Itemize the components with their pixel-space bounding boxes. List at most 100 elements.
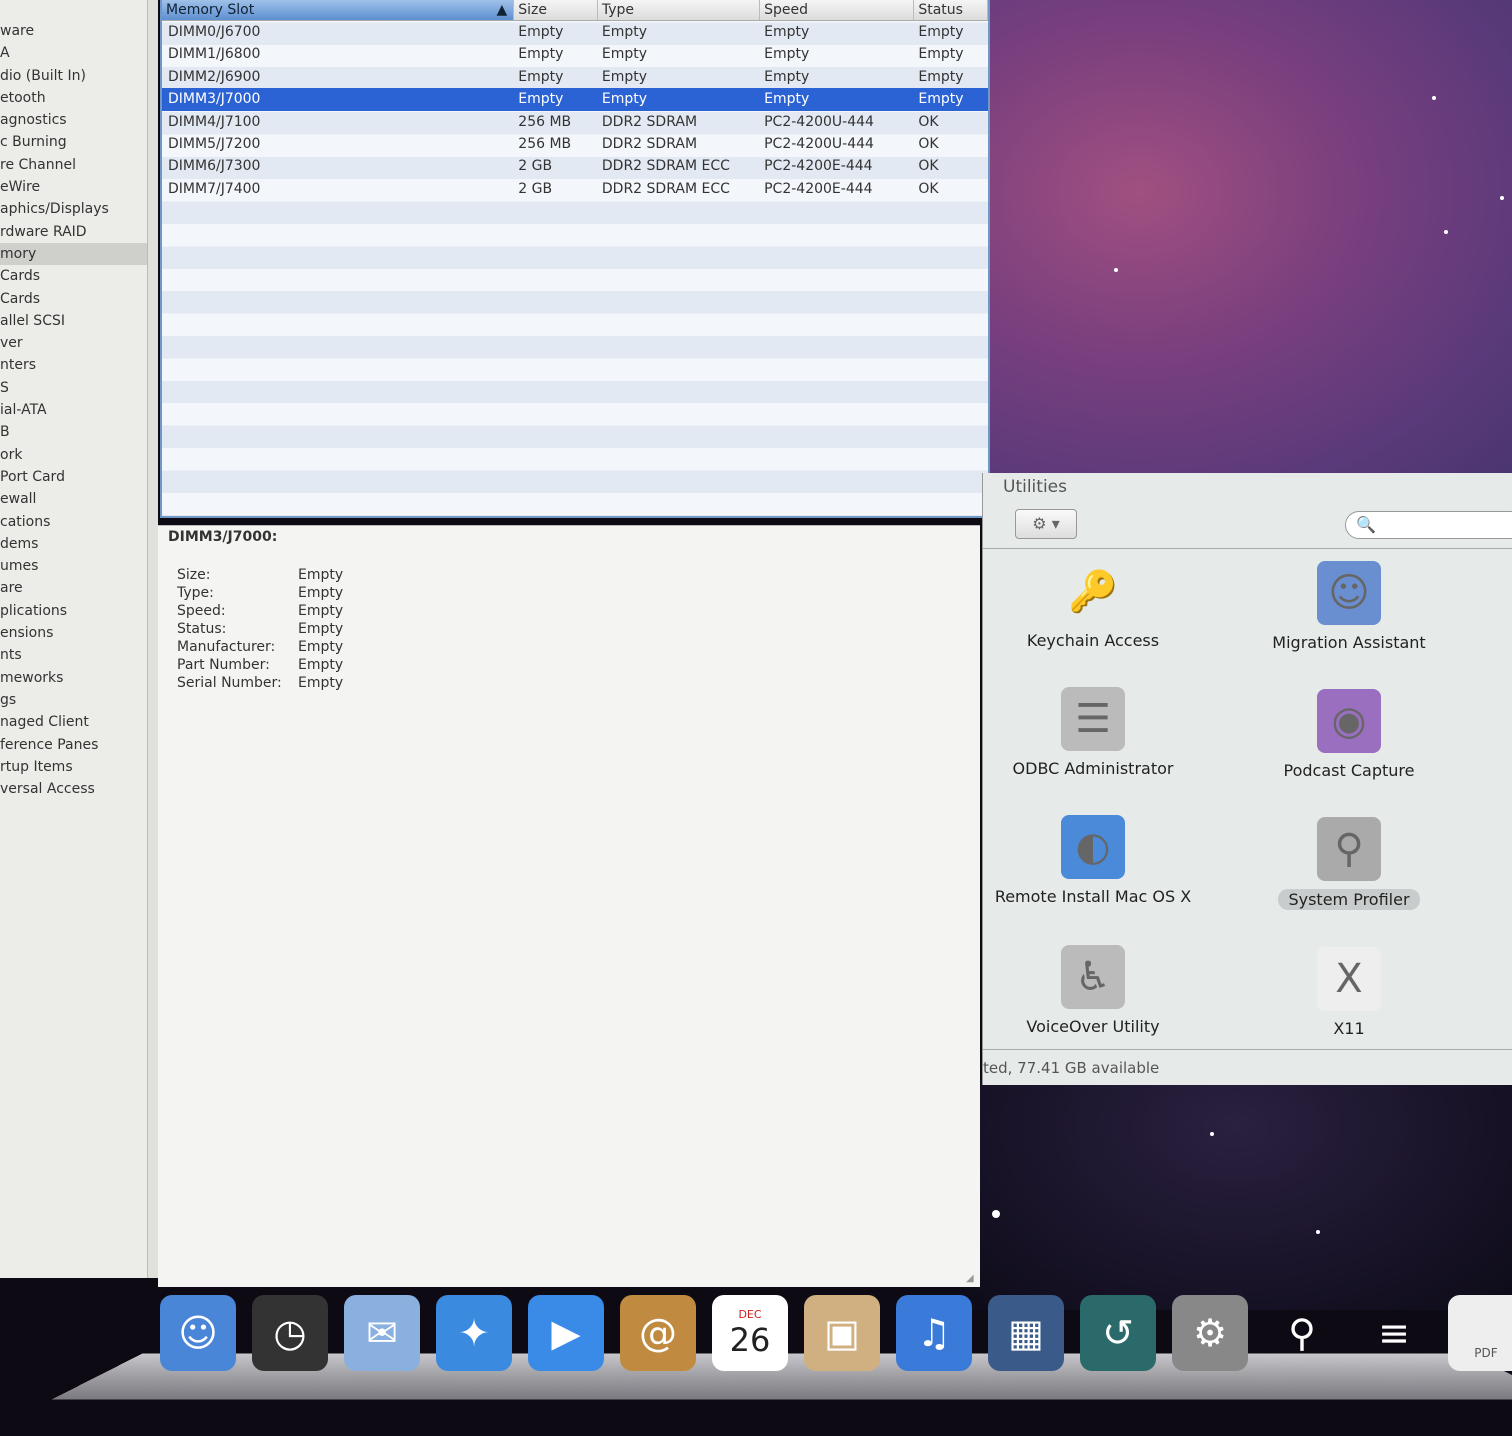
memory-table[interactable]: Memory Slot ▲ Size Type Speed Status DIMM… xyxy=(160,0,990,518)
sidebar-item[interactable]: Port Card xyxy=(0,466,147,488)
app-voiceover-utility[interactable]: ♿ VoiceOver Utility xyxy=(973,945,1213,1036)
stacks-icon: ≡ xyxy=(1378,1311,1410,1355)
sidebar-item[interactable]: S xyxy=(0,377,147,399)
app-remote-install-mac-os-x[interactable]: ◐ Remote Install Mac OS X xyxy=(973,815,1213,906)
table-row[interactable]: DIMM6/J7300 2 GB DDR2 SDRAM ECC PC2-4200E-4… xyxy=(162,155,988,177)
table-cell: DDR2 SDRAM xyxy=(601,113,698,130)
sidebar-item[interactable]: re Channel xyxy=(0,154,147,176)
sidebar-item[interactable]: Cards xyxy=(0,265,147,287)
sidebar-item[interactable]: versal Access xyxy=(0,778,147,800)
sidebar-item[interactable]: gs xyxy=(0,689,147,711)
sidebar-item[interactable]: agnostics xyxy=(0,109,147,131)
sidebar-item[interactable] xyxy=(0,0,147,20)
dock-item-stacks[interactable]: ≡ xyxy=(1356,1295,1432,1371)
dock-item-system-preferences[interactable]: ⚙ xyxy=(1172,1295,1248,1371)
table-row[interactable]: DIMM4/J7100 256 MB DDR2 SDRAM PC2-4200U-444… xyxy=(162,111,988,133)
search-icon: 🔍 xyxy=(1356,515,1376,534)
content-sidebar[interactable]: ware Adio (Built In) etooth agnostics c Burn… xyxy=(0,0,148,1278)
table-cell: DDR2 SDRAM ECC xyxy=(601,180,730,197)
detail-field: Serial Number: Empty xyxy=(158,674,980,692)
table-cell: Empty xyxy=(764,91,810,108)
podcast-capture-icon: ◉ xyxy=(1317,689,1381,753)
dock-item-finder[interactable]: ☺ xyxy=(160,1295,236,1371)
sidebar-item[interactable]: allel SCSI xyxy=(0,310,147,332)
pane-splitter[interactable] xyxy=(148,0,158,1278)
dock-item-ical[interactable]: DEC 26 xyxy=(712,1295,788,1371)
table-row[interactable]: DIMM5/J7200 256 MB DDR2 SDRAM PC2-4200U-444… xyxy=(162,133,988,155)
table-row[interactable]: DIMM2/J6900 Empty Empty Empty Empty xyxy=(162,66,988,88)
sidebar-item[interactable]: ial-ATA xyxy=(0,399,147,421)
app-system-profiler[interactable]: ⚲ System Profiler xyxy=(1229,817,1469,910)
dock-item-mail[interactable]: ✉ xyxy=(344,1295,420,1371)
sidebar-item[interactable]: cations xyxy=(0,511,147,533)
sidebar-item[interactable]: dio (Built In) xyxy=(0,65,147,87)
app-keychain-access[interactable]: 🔑 Keychain Access xyxy=(973,559,1213,651)
ichat-icon: ▶ xyxy=(551,1311,581,1355)
sidebar-item[interactable]: Cards xyxy=(0,288,147,310)
dock-item-safari[interactable]: ✦ xyxy=(436,1295,512,1371)
sidebar-item[interactable]: nters xyxy=(0,354,147,376)
app-x11[interactable]: X X11 xyxy=(1229,947,1469,1038)
sidebar-item[interactable]: rtup Items xyxy=(0,756,147,778)
sidebar-item[interactable]: plications xyxy=(0,600,147,622)
table-cell: 2 GB xyxy=(518,158,553,175)
column-speed[interactable]: Speed xyxy=(760,0,915,20)
dock-item-dashboard[interactable]: ◷ xyxy=(252,1295,328,1371)
table-row[interactable]: DIMM1/J6800 Empty Empty Empty Empty xyxy=(162,43,988,65)
sidebar-item[interactable]: c Burning xyxy=(0,131,147,153)
odbc-icon: ☰ xyxy=(1061,687,1125,751)
sidebar-item[interactable]: rdware RAID xyxy=(0,221,147,243)
spaces-icon: ▦ xyxy=(1008,1311,1044,1355)
dock-item-address-book[interactable]: @ xyxy=(620,1295,696,1371)
table-cell: OK xyxy=(918,135,939,152)
table-cell: Empty xyxy=(764,46,810,63)
sidebar-item[interactable]: mory xyxy=(0,242,147,266)
column-type[interactable]: Type xyxy=(598,0,761,20)
table-row[interactable]: DIMM3/J7000 Empty Empty Empty Empty xyxy=(162,88,988,111)
sidebar-item[interactable]: dems xyxy=(0,533,147,555)
dock-item-ichat[interactable]: ▶ xyxy=(528,1295,604,1371)
table-cell: DIMM7/J7400 xyxy=(168,180,261,197)
sidebar-item[interactable]: eWire xyxy=(0,176,147,198)
dock: ☺ ◷ ✉ ✦ ▶ @ DEC 26 ▣ ♫ ▦ ↺ ⚙ ⚲ ≡ PDF xyxy=(51,1290,1512,1410)
detail-field: Type: Empty xyxy=(158,584,980,602)
table-cell: PC2-4200E-444 xyxy=(764,158,873,175)
app-odbc-administrator[interactable]: ☰ ODBC Administrator xyxy=(973,687,1213,778)
dock-item-iphoto[interactable]: ▣ xyxy=(804,1295,880,1371)
sidebar-item[interactable]: umes xyxy=(0,555,147,577)
sidebar-item[interactable]: naged Client xyxy=(0,711,147,733)
dock-item-spaces[interactable]: ▦ xyxy=(988,1295,1064,1371)
column-memory-slot[interactable]: Memory Slot ▲ xyxy=(162,0,515,20)
sidebar-item[interactable]: ware xyxy=(0,20,147,42)
sidebar-item[interactable]: nts xyxy=(0,644,147,666)
sidebar-item[interactable]: ference Panes xyxy=(0,734,147,756)
dock-item-time-machine[interactable]: ↺ xyxy=(1080,1295,1156,1371)
table-row[interactable]: DIMM7/J7400 2 GB DDR2 SDRAM ECC PC2-4200E-4… xyxy=(162,178,988,200)
field-value: Empty xyxy=(298,675,344,691)
search-input[interactable]: 🔍 xyxy=(1345,511,1512,539)
column-status[interactable]: Status xyxy=(914,0,988,20)
sidebar-item[interactable]: meworks xyxy=(0,667,147,689)
sidebar-item[interactable]: ver xyxy=(0,332,147,354)
table-cell: DIMM3/J7000 xyxy=(168,91,261,108)
sidebar-item[interactable]: are xyxy=(0,577,147,599)
sidebar-item[interactable]: ensions xyxy=(0,622,147,644)
dock-item-itunes[interactable]: ♫ xyxy=(896,1295,972,1371)
table-row[interactable]: DIMM0/J6700 Empty Empty Empty Empty xyxy=(162,21,988,43)
resize-grip-icon[interactable]: ◢ xyxy=(966,1273,980,1287)
migration-assistant-icon: ☺ xyxy=(1317,561,1381,625)
desktop-wallpaper-lower xyxy=(960,1080,1512,1310)
action-menu-button[interactable]: ⚙ ▾ xyxy=(1015,509,1077,539)
field-label: Speed: xyxy=(177,603,226,619)
sidebar-item[interactable]: A xyxy=(0,42,147,64)
dock-item-pdf-document[interactable]: PDF xyxy=(1448,1295,1512,1371)
sidebar-item[interactable]: ork xyxy=(0,444,147,466)
app-migration-assistant[interactable]: ☺ Migration Assistant xyxy=(1229,561,1469,652)
dock-item-system-profiler[interactable]: ⚲ xyxy=(1264,1295,1340,1371)
sidebar-item[interactable]: aphics/Displays xyxy=(0,198,147,220)
sidebar-item[interactable]: B xyxy=(0,421,147,443)
sidebar-item[interactable]: ewall xyxy=(0,488,147,510)
column-size[interactable]: Size xyxy=(514,0,598,20)
sidebar-item[interactable]: etooth xyxy=(0,87,147,109)
app-podcast-capture[interactable]: ◉ Podcast Capture xyxy=(1229,689,1469,780)
